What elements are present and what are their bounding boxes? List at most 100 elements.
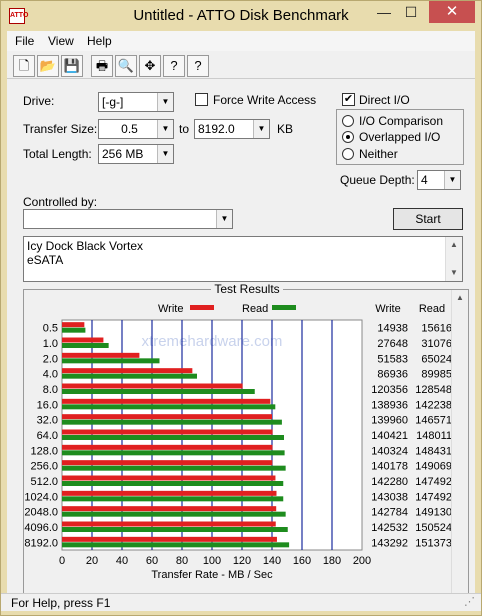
read-bar (62, 496, 284, 502)
to-label: to (179, 122, 190, 136)
queue-depth-value: 4 (421, 173, 428, 187)
menu-bar: File View Help (7, 31, 475, 51)
transfer-size-label: Transfer Size: (23, 122, 98, 136)
read-value: 148431 (415, 445, 452, 457)
new-icon[interactable]: 🗋 (13, 55, 35, 77)
application-window: ATTO Untitled - ATTO Disk Benchmark — ☐ … (0, 0, 482, 616)
status-bar: For Help, press F1 ⋰ (1, 593, 481, 611)
menu-view[interactable]: View (48, 34, 74, 48)
write-value: 27648 (377, 338, 408, 350)
legend-write-label: Write (158, 303, 183, 315)
read-bar (62, 527, 288, 532)
toolbar: 🗋 📂 💾 🖶 🔍 ✥ ? ? (7, 53, 475, 79)
io-comparison-radio[interactable] (342, 115, 354, 127)
write-value: 138936 (371, 399, 408, 411)
overlapped-io-radio[interactable] (342, 131, 354, 143)
total-length-label: Total Length: (23, 147, 92, 161)
category-label: 64.0 (37, 430, 58, 442)
resize-grip-icon[interactable]: ⋰ (464, 595, 475, 608)
read-value: 147492 (415, 491, 452, 503)
test-results-panel: Test Results xtremehardware.com 0 20 40 60 80… (23, 282, 469, 607)
total-length-select[interactable]: 256 MB ▼ (98, 144, 174, 164)
chevron-down-icon[interactable]: ▼ (157, 145, 173, 163)
description-textarea[interactable]: Icy Dock Black Vortex eSATA ▲ ▼ (23, 236, 463, 282)
chevron-down-icon[interactable]: ▼ (444, 171, 460, 189)
maximize-button[interactable]: ☐ (398, 1, 424, 23)
legend-write-swatch (190, 305, 214, 310)
transfer-size-from-value: 0.5 (121, 122, 138, 136)
close-button[interactable]: ✕ (429, 1, 475, 23)
x-tick-label: 80 (176, 555, 188, 567)
chevron-down-icon[interactable]: ▼ (253, 120, 269, 138)
read-bar (62, 465, 286, 471)
write-value: 140324 (371, 445, 408, 457)
client-area: File View Help 🗋 📂 💾 🖶 🔍 ✥ ? ? Drive: [-… (1, 31, 481, 611)
open-icon[interactable]: 📂 (37, 55, 59, 77)
move-icon[interactable]: ✥ (139, 55, 161, 77)
write-value: 139960 (371, 415, 408, 427)
force-write-checkbox[interactable] (195, 93, 208, 106)
write-value: 14938 (377, 323, 408, 335)
total-length-value: 256 MB (102, 147, 144, 161)
write-bar (62, 475, 276, 481)
x-tick-label: 200 (353, 555, 371, 567)
write-bar (62, 352, 140, 358)
write-bar (62, 368, 193, 374)
start-button[interactable]: Start (393, 208, 463, 230)
write-column-header: Write (375, 303, 400, 315)
minimize-button[interactable]: — (371, 1, 397, 23)
x-tick-label: 160 (293, 555, 311, 567)
menu-help[interactable]: Help (87, 34, 112, 48)
write-bar (62, 322, 85, 328)
queue-depth-label: Queue Depth: (340, 173, 415, 187)
force-write-label: Force Write Access (213, 93, 317, 107)
x-tick-label: 40 (116, 555, 128, 567)
queue-depth-select[interactable]: 4 ▼ (417, 170, 461, 190)
save-icon[interactable]: 💾 (61, 55, 83, 77)
context-help-icon[interactable]: ? (187, 55, 209, 77)
controlled-by-select[interactable]: ▼ (23, 209, 233, 229)
scroll-up-icon[interactable]: ▲ (452, 290, 468, 306)
title-bar[interactable]: ATTO Untitled - ATTO Disk Benchmark — ☐ … (1, 1, 481, 31)
controlled-by-label: Controlled by: (23, 195, 98, 209)
scroll-up-icon[interactable]: ▲ (446, 237, 462, 253)
chevron-down-icon[interactable]: ▼ (157, 120, 173, 138)
description-scrollbar[interactable]: ▲ ▼ (445, 237, 462, 281)
write-value: 143292 (371, 537, 408, 549)
category-label: 8.0 (43, 384, 58, 396)
print-icon[interactable]: 🖶 (91, 55, 113, 77)
direct-io-label: Direct I/O (359, 93, 410, 107)
read-bar (62, 327, 86, 333)
read-value: 149130 (415, 507, 452, 519)
drive-value: [-g-] (102, 95, 124, 109)
transfer-size-from-select[interactable]: 0.5 ▼ (98, 119, 174, 139)
category-label: 1024.0 (24, 491, 58, 503)
transfer-size-to-select[interactable]: 8192.0 ▼ (194, 119, 270, 139)
transfer-size-to-value: 8192.0 (198, 122, 235, 136)
x-tick-label: 100 (203, 555, 221, 567)
scroll-down-icon[interactable]: ▼ (446, 265, 462, 281)
help-icon[interactable]: ? (163, 55, 185, 77)
read-value: 65024 (421, 353, 452, 365)
description-line-2: eSATA (27, 253, 64, 267)
read-bar (62, 511, 286, 517)
category-label: 2048.0 (24, 507, 58, 519)
menu-file[interactable]: File (15, 34, 34, 48)
neither-radio[interactable] (342, 148, 354, 160)
write-bar (62, 460, 273, 466)
direct-io-checkbox[interactable]: ✔ (342, 93, 355, 106)
category-label: 16.0 (37, 399, 58, 411)
chevron-down-icon[interactable]: ▼ (157, 93, 173, 111)
results-scrollbar[interactable]: ▲ ▼ (451, 290, 468, 604)
chevron-down-icon[interactable]: ▼ (216, 210, 232, 228)
write-value: 51583 (377, 353, 408, 365)
legend-read-label: Read (242, 303, 268, 315)
x-tick-label: 120 (233, 555, 251, 567)
print-preview-icon[interactable]: 🔍 (115, 55, 137, 77)
read-value: 89985 (421, 369, 452, 381)
overlapped-io-label: Overlapped I/O (359, 130, 441, 144)
write-bar (62, 521, 276, 527)
drive-select[interactable]: [-g-] ▼ (98, 92, 174, 112)
write-bar (62, 429, 273, 435)
write-value: 142784 (371, 507, 408, 519)
